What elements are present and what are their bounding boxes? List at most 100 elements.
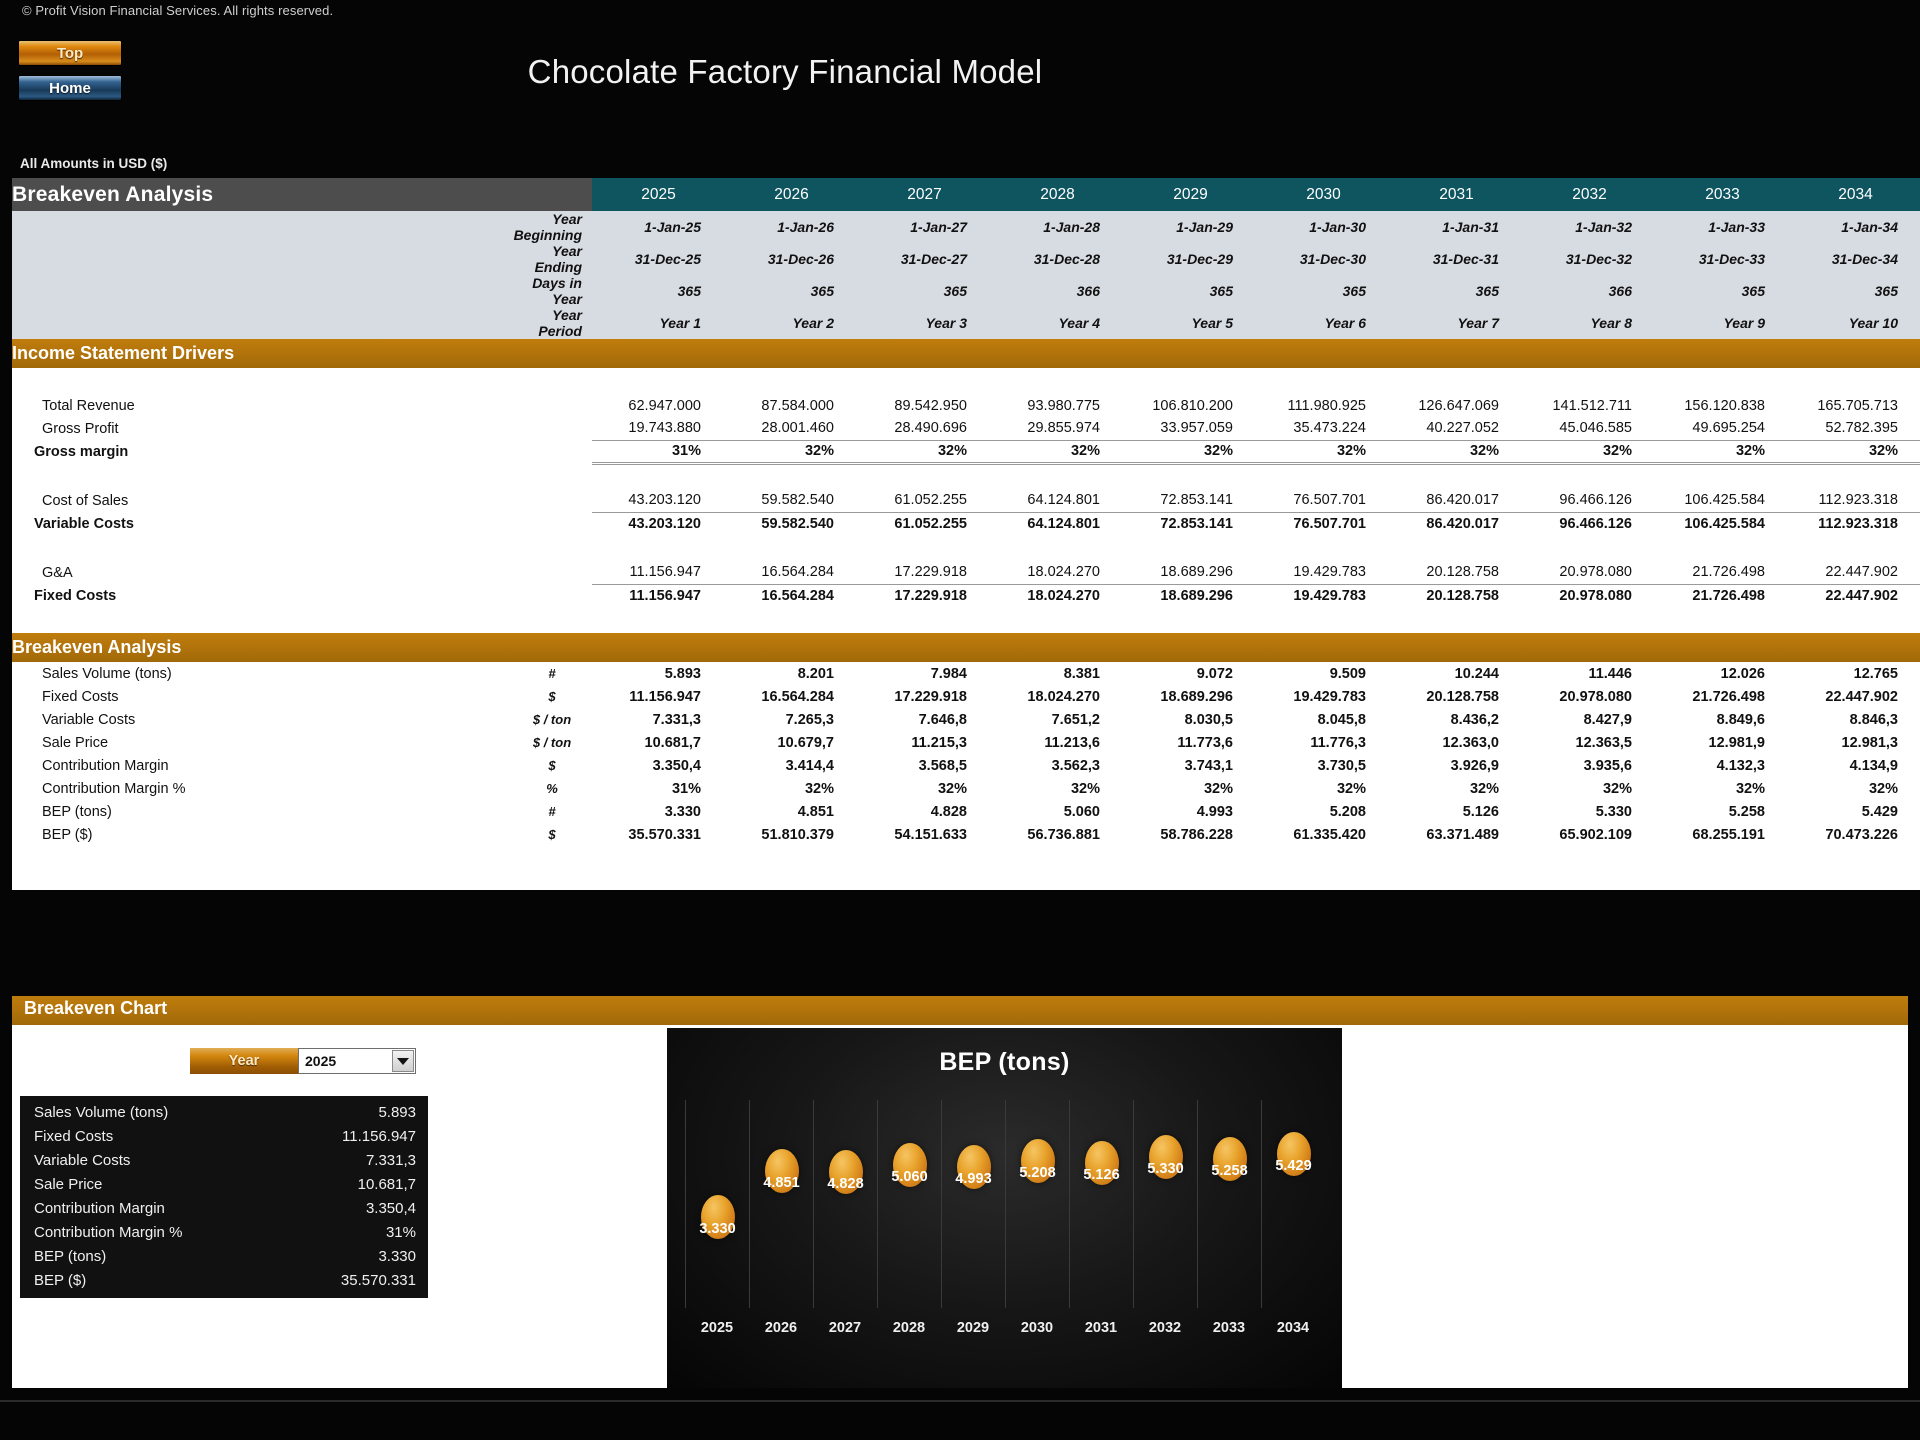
data-cell: 20.978.080 [1523, 583, 1656, 607]
period-cell: 1-Jan-34 [1789, 211, 1920, 243]
period-cell: Year 9 [1656, 307, 1789, 339]
sheet-title-row: Breakeven Analysis 2025 2026 2027 2028 2029 20… [12, 178, 1920, 211]
data-cell: 12.026 [1656, 662, 1789, 685]
period-cell: Year 7 [1390, 307, 1523, 339]
summary-value: 3.350,4 [365, 1199, 416, 1217]
table-row: BEP ($) $35.570.331 51.810.379 54.151.633 56… [12, 823, 1920, 846]
data-cell: 4.828 [858, 800, 991, 823]
data-cell: 4.851 [725, 800, 858, 823]
data-cell: 19.429.783 [1257, 685, 1390, 708]
data-cell: 5.208 [1257, 800, 1390, 823]
chart-column: 4.993 [941, 1100, 1005, 1308]
period-cell: 365 [1656, 275, 1789, 307]
data-cell: 3.330 [592, 800, 725, 823]
period-cell: Year 3 [858, 307, 991, 339]
data-cell: 3.568,5 [858, 754, 991, 777]
data-cell: 32% [725, 439, 858, 465]
summary-value: 10.681,7 [357, 1175, 416, 1193]
period-row-label: Year Period [512, 307, 592, 339]
period-cell: 1-Jan-33 [1656, 211, 1789, 243]
data-cell: 22.447.902 [1789, 561, 1920, 584]
summary-row: Contribution Margin 3.350,4 [20, 1196, 428, 1220]
row-spacer [342, 394, 512, 417]
data-cell: 5.330 [1523, 800, 1656, 823]
spacer-cell [12, 535, 1920, 561]
data-cell: 96.466.126 [1523, 489, 1656, 512]
data-cell: 17.229.918 [858, 561, 991, 584]
row-unit [512, 417, 592, 440]
period-cell: 365 [1789, 275, 1920, 307]
summary-key: Fixed Costs [34, 1127, 114, 1145]
row-unit: $ / ton [512, 731, 592, 754]
spacer-row [12, 463, 1920, 489]
chart-column: 4.828 [813, 1100, 877, 1308]
period-cell: 31-Dec-28 [991, 243, 1124, 275]
data-cell: 3.414,4 [725, 754, 858, 777]
summary-value: 7.331,3 [365, 1151, 416, 1169]
row-label: Fixed Costs [12, 584, 342, 607]
table-row: G&A 11.156.947 16.564.284 17.229.918 18.024.… [12, 561, 1920, 584]
data-cell: 35.473.224 [1257, 417, 1390, 440]
year-picker[interactable]: Year 2025 [190, 1048, 416, 1074]
data-cell: 45.046.585 [1523, 417, 1656, 440]
data-cell: 59.582.540 [725, 511, 858, 535]
row-unit [512, 561, 592, 584]
data-cell: 141.512.711 [1523, 394, 1656, 417]
row-spacer [342, 685, 512, 708]
data-cell: 112.923.318 [1789, 511, 1920, 535]
data-cell: 28.001.460 [725, 417, 858, 440]
data-cell: 4.993 [1124, 800, 1257, 823]
main-grid: Breakeven Analysis 2025 2026 2027 2028 2029 20… [12, 178, 1920, 890]
data-cell: 21.726.498 [1656, 583, 1789, 607]
summary-value: 35.570.331 [340, 1271, 416, 1289]
summary-key: Sales Volume (tons) [34, 1103, 169, 1121]
data-cell: 126.647.069 [1390, 394, 1523, 417]
income-drivers-band-row: Income Statement Drivers [12, 339, 1920, 368]
data-cell: 28.490.696 [858, 417, 991, 440]
period-cell: Year 4 [991, 307, 1124, 339]
data-cell: 12.765 [1789, 662, 1920, 685]
period-cell: 365 [1257, 275, 1390, 307]
data-cell: 32% [1257, 439, 1390, 465]
data-cell: 8.846,3 [1789, 708, 1920, 731]
data-cell: 89.542.950 [858, 394, 991, 417]
data-cell: 8.045,8 [1257, 708, 1390, 731]
summary-row: Contribution Margin % 31% [20, 1220, 428, 1244]
summary-key: Contribution Margin [34, 1199, 165, 1217]
row-label: Fixed Costs [12, 685, 342, 708]
year-label-button[interactable]: Year [190, 1048, 298, 1074]
summary-row: Fixed Costs 11.156.947 [20, 1124, 428, 1148]
data-cell: 11.773,6 [1124, 731, 1257, 754]
data-cell: 4.134,9 [1789, 754, 1920, 777]
data-cell: 19.429.783 [1257, 583, 1390, 607]
data-cell: 5.429 [1789, 800, 1920, 823]
data-cell: 156.120.838 [1656, 394, 1789, 417]
data-cell: 32% [1523, 777, 1656, 800]
spacer-cell [12, 368, 1920, 394]
year-header: 2027 [858, 178, 991, 211]
data-cell: 11.776,3 [1257, 731, 1390, 754]
year-header: 2030 [1257, 178, 1390, 211]
data-cell: 43.203.120 [592, 489, 725, 512]
period-cell: 1-Jan-26 [725, 211, 858, 243]
chart-x-axis: 2025 2026 2027 2028 2029 2030 2031 2032 2033 2034 [685, 1320, 1325, 1346]
copyright-notice: © Profit Vision Financial Services. All … [22, 3, 334, 18]
year-dropdown[interactable]: 2025 [298, 1048, 416, 1074]
chevron-down-icon[interactable] [392, 1050, 414, 1072]
period-row-pad [12, 211, 512, 243]
row-unit [512, 584, 592, 607]
spacer-cell [12, 607, 1920, 633]
period-cell: Year 6 [1257, 307, 1390, 339]
data-cell: 43.203.120 [592, 511, 725, 535]
data-cell: 18.024.270 [991, 685, 1124, 708]
spacer-row [12, 846, 1920, 890]
data-cell: 64.124.801 [991, 489, 1124, 512]
row-spacer [342, 489, 512, 512]
data-cell: 32% [858, 439, 991, 465]
spacer-cell [12, 463, 1920, 489]
data-cell: 12.981,9 [1656, 731, 1789, 754]
row-label: Sale Price [12, 731, 342, 754]
summary-key: Contribution Margin % [34, 1223, 183, 1241]
breakeven-sheet: Breakeven Analysis 2025 2026 2027 2028 2029 20… [12, 178, 1920, 890]
row-spacer [342, 823, 512, 846]
